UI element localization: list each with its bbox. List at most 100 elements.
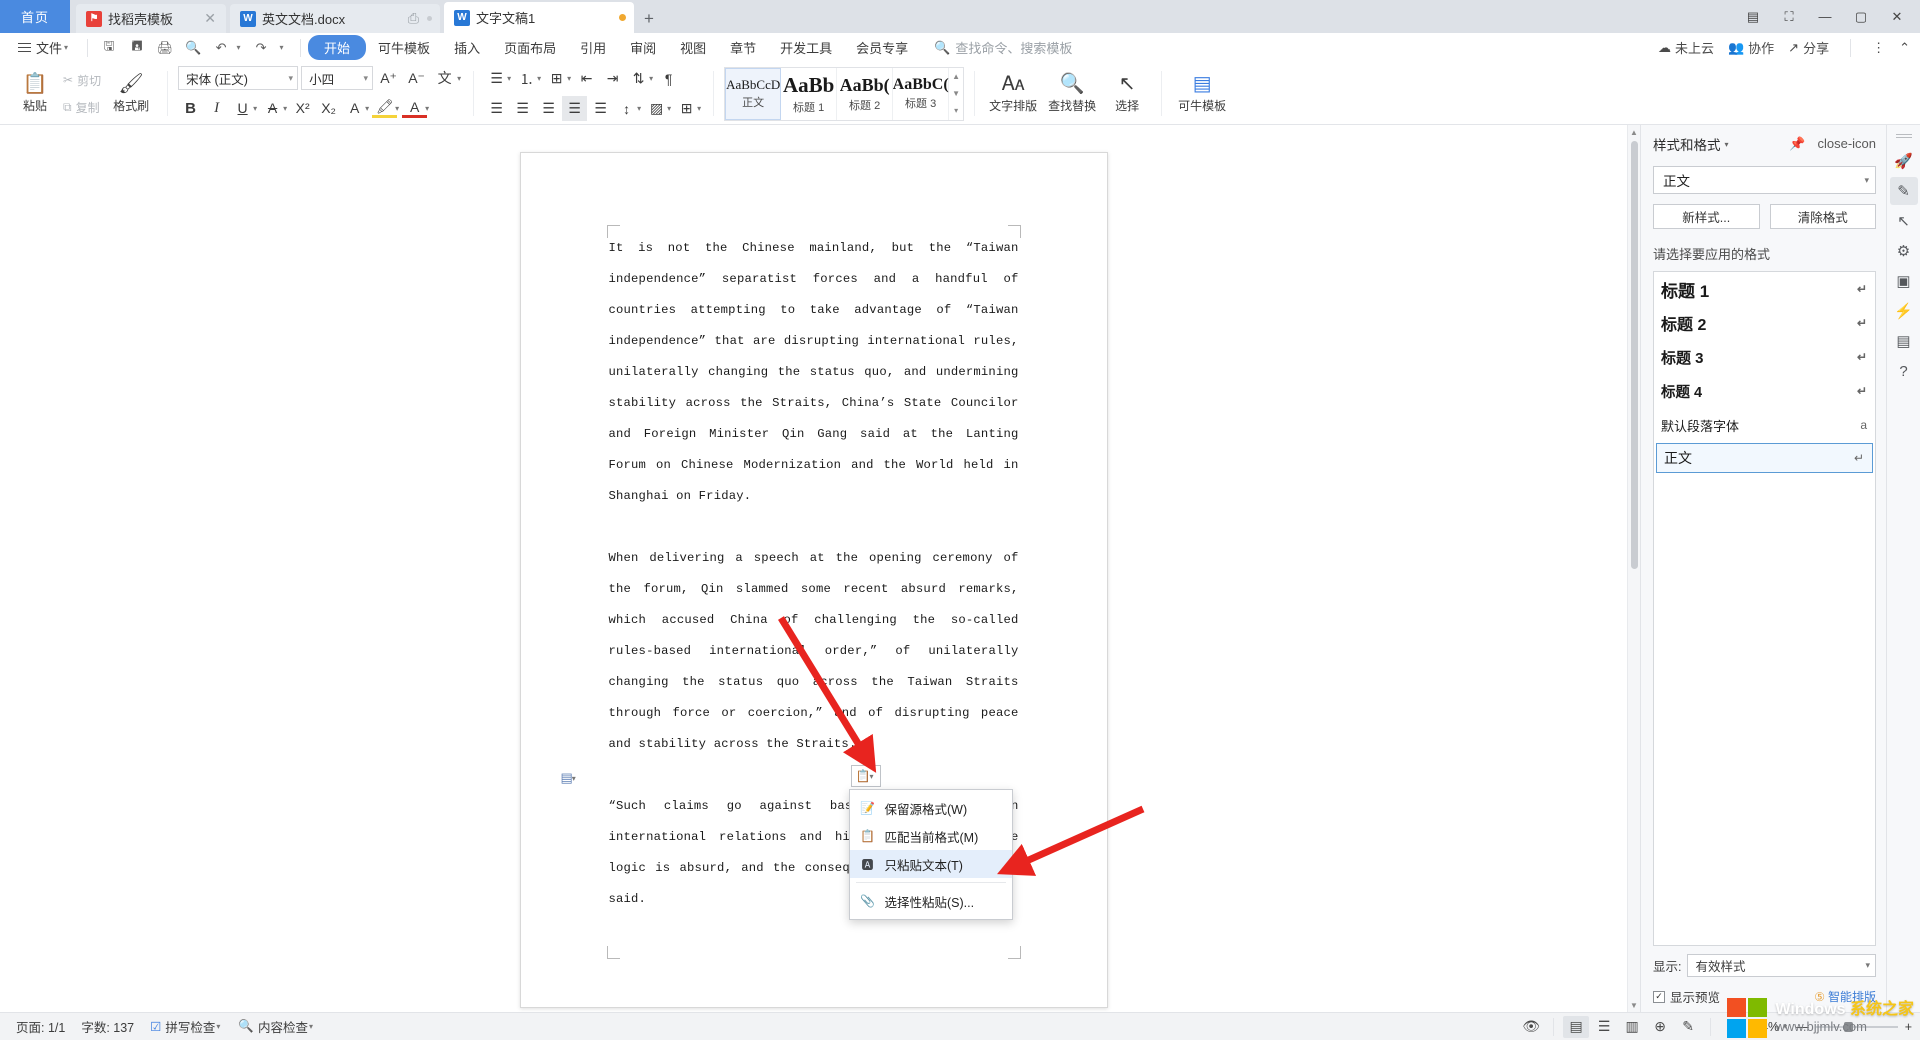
flash-tool-icon[interactable]: ⚡	[1890, 297, 1918, 325]
scroll-down-icon[interactable]: ▼	[1630, 998, 1638, 1012]
paste-keep-source-formatting-item[interactable]: 📝 保留源格式(W)	[850, 794, 1012, 822]
home-tab[interactable]: 首页	[0, 0, 70, 33]
rail-drag-handle[interactable]	[1895, 131, 1912, 141]
chevron-down-icon[interactable]: ▾	[1725, 140, 1729, 149]
chevron-down-icon[interactable]: ▾	[253, 104, 257, 113]
document-check-icon[interactable]: ▤	[1890, 327, 1918, 355]
chevron-down-icon[interactable]: ▾	[365, 104, 369, 113]
shading-icon[interactable]: ▨	[644, 96, 669, 121]
tab-find-template[interactable]: ⚑ 找稻壳模板 ✕	[76, 4, 226, 33]
style-heading-2[interactable]: AaBb( 标题 2	[837, 67, 894, 120]
show-preview-checkbox[interactable]: ✓	[1653, 990, 1665, 1003]
show-paragraph-marks-icon[interactable]: ¶	[656, 66, 681, 91]
numbered-list-icon[interactable]: ⒈	[514, 66, 539, 91]
ribbon-tab-section[interactable]: 章节	[718, 35, 768, 60]
character-border-button[interactable]: A	[342, 96, 367, 121]
ribbon-tab-view[interactable]: 视图	[668, 35, 718, 60]
ribbon-tab-member[interactable]: 会员专享	[844, 35, 920, 60]
shrink-font-button[interactable]: A⁻	[404, 66, 429, 91]
align-distribute-icon[interactable]: ☰	[588, 96, 613, 121]
chevron-down-icon[interactable]: ▾	[649, 74, 653, 83]
paragraph-style-marker[interactable]: ▤ ▾	[561, 770, 578, 786]
command-search[interactable]: 🔍 查找命令、搜索模板	[934, 38, 1072, 57]
split-view-icon[interactable]: ▤	[1736, 4, 1770, 30]
new-tab-button[interactable]: +	[634, 4, 664, 33]
style-list-item-heading-3[interactable]: 标题 3 ↵	[1654, 340, 1875, 374]
decrease-indent-icon[interactable]: ⇤	[574, 66, 599, 91]
cloud-status-button[interactable]: ☁ 未上云	[1658, 38, 1714, 57]
file-menu-button[interactable]: 文件 ▾	[8, 38, 80, 57]
line-spacing-icon[interactable]: ↕	[614, 96, 639, 121]
annotation-view-icon[interactable]: ✎	[1675, 1016, 1701, 1038]
save-as-icon[interactable]: 🖪	[123, 36, 151, 60]
document-vertical-scrollbar[interactable]: ▲ ▼	[1627, 125, 1640, 1012]
redo-icon[interactable]: ↷	[247, 36, 275, 60]
close-button[interactable]: ✕	[1880, 4, 1914, 30]
chevron-down-icon[interactable]: ▾	[395, 104, 399, 113]
show-filter-combo[interactable]: 有效样式 ▾	[1687, 954, 1876, 977]
customize-quick-access-icon[interactable]: ▾	[275, 36, 293, 60]
print-layout-view-icon[interactable]: ▤	[1563, 1015, 1590, 1038]
italic-button[interactable]: I	[204, 96, 229, 121]
scrollbar-thumb[interactable]	[1630, 141, 1638, 569]
share-button[interactable]: ↗ 分享	[1788, 38, 1829, 57]
ribbon-tab-page-layout[interactable]: 页面布局	[492, 35, 568, 60]
align-left-icon[interactable]: ☰	[484, 96, 509, 121]
scroll-up-icon[interactable]: ▲	[952, 72, 960, 81]
collaborate-button[interactable]: 👥 协作	[1728, 38, 1774, 57]
style-heading-3[interactable]: AaBbC( 标题 3	[893, 67, 950, 120]
style-list-item-normal[interactable]: 正文 ↵	[1656, 443, 1873, 473]
sort-icon[interactable]: ⇅	[626, 66, 651, 91]
style-list-item-default-paragraph-font[interactable]: 默认段落字体 a	[1654, 408, 1875, 442]
style-list-item-heading-1[interactable]: 标题 1 ↵	[1654, 272, 1875, 306]
find-replace-button[interactable]: 🔍 查找替换	[1041, 65, 1103, 123]
superscript-button[interactable]: X²	[290, 96, 315, 121]
font-family-combo[interactable]: 宋体 (正文) ▾	[178, 66, 299, 90]
select-pointer-icon[interactable]: ↖	[1890, 207, 1918, 235]
pin-icon[interactable]: 📌	[1789, 136, 1805, 152]
styles-gallery-scroll[interactable]: ▲ ▼ ▾	[949, 68, 963, 120]
paste-keep-text-only-item[interactable]: 🅰 只粘贴文本(T)	[849, 850, 1012, 878]
highlight-pen-icon[interactable]: 🖍	[372, 98, 398, 118]
grow-font-button[interactable]: A⁺	[376, 66, 401, 91]
copy-button[interactable]: ⧉ 复制	[59, 94, 105, 120]
clear-format-button[interactable]: 清除格式	[1769, 204, 1876, 229]
ribbon-tab-review[interactable]: 审阅	[618, 35, 668, 60]
word-count-indicator[interactable]: 字数: 137	[73, 1017, 142, 1036]
save-icon[interactable]: 🖫	[95, 36, 123, 60]
strikethrough-button[interactable]: A	[260, 96, 285, 121]
undo-dropdown-icon[interactable]: ▾	[235, 36, 247, 60]
tab-close-icon[interactable]: ✕	[202, 10, 218, 27]
keniu-template-button[interactable]: ▤ 可牛模板	[1172, 65, 1232, 123]
reading-layout-view-icon[interactable]: ▥	[1619, 1016, 1645, 1038]
reading-eye-icon[interactable]: 👁	[1518, 1016, 1544, 1038]
chevron-down-icon[interactable]: ▾	[457, 74, 461, 83]
bullet-list-icon[interactable]: ☰	[484, 66, 509, 91]
underline-button[interactable]: U	[230, 96, 255, 121]
format-painter-button[interactable]: 🖌 格式刷	[105, 65, 157, 123]
styles-brush-icon[interactable]: ✎	[1889, 177, 1918, 205]
increase-indent-icon[interactable]: ⇥	[600, 66, 625, 91]
print-preview-icon[interactable]: 🔍	[179, 36, 207, 60]
spellcheck-button[interactable]: ☑ 拼写检查 ▾	[142, 1017, 230, 1036]
scroll-up-icon[interactable]: ▲	[1630, 125, 1638, 139]
document-paragraph-2[interactable]: When delivering a speech at the opening …	[609, 543, 1019, 760]
select-button[interactable]: ↖ 选择	[1103, 65, 1151, 123]
subscript-button[interactable]: X₂	[316, 96, 341, 121]
settings-sliders-icon[interactable]: ⚙	[1890, 237, 1918, 265]
close-icon[interactable]: close-icon	[1817, 136, 1876, 152]
style-heading-1[interactable]: AaBb 标题 1	[781, 67, 838, 120]
ribbon-tab-insert[interactable]: 插入	[442, 35, 492, 60]
multilevel-list-icon[interactable]: ⊞	[544, 66, 569, 91]
ribbon-tab-references[interactable]: 引用	[568, 35, 618, 60]
expand-gallery-icon[interactable]: ▾	[954, 106, 958, 115]
rocket-icon[interactable]: 🚀	[1890, 147, 1918, 175]
chevron-down-icon[interactable]: ▾	[425, 104, 429, 113]
text-layout-button[interactable]: 🗛 文字排版	[985, 65, 1041, 123]
chevron-down-icon[interactable]: ▾	[697, 104, 701, 113]
minimize-button[interactable]: —	[1808, 4, 1842, 30]
paste-options-button[interactable]: 📋 ▾	[850, 765, 881, 787]
borders-icon[interactable]: ⊞	[674, 96, 699, 121]
paste-options-menu[interactable]: 📝 保留源格式(W) 📋 匹配当前格式(M) 🅰 只粘贴文本(T) 📎 选择性粘…	[848, 789, 1013, 920]
page-indicator[interactable]: 页面: 1/1	[8, 1017, 73, 1036]
